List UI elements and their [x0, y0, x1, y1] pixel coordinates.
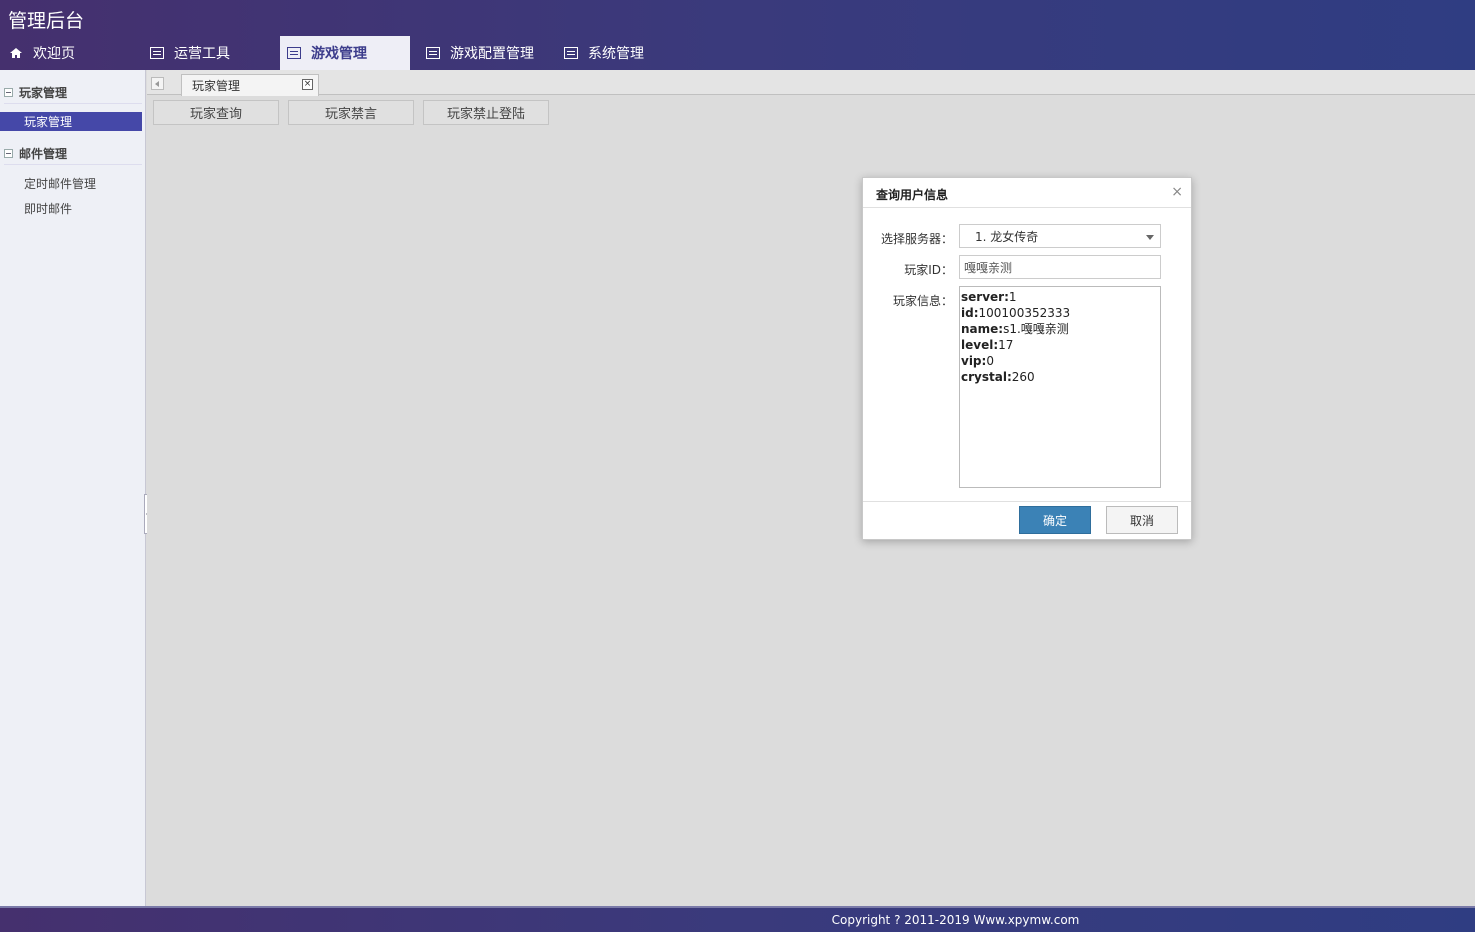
nav-item-label: 系统管理 — [588, 46, 644, 62]
nav-item-label: 游戏配置管理 — [450, 46, 534, 62]
dialog-title: 查询用户信息 — [876, 188, 949, 202]
sidebar-group-mail[interactable]: 邮件管理 — [4, 143, 67, 163]
info-line-id: id:100100352333 — [961, 306, 1071, 320]
nav-item-welcome[interactable]: 欢迎页 — [0, 36, 138, 70]
collapse-icon[interactable] — [4, 87, 13, 97]
nav-item-label: 运营工具 — [174, 46, 230, 62]
dialog-header: 查询用户信息 × — [863, 178, 1191, 208]
player-info-label: 玩家信息： — [892, 294, 953, 308]
server-label: 选择服务器： — [880, 232, 953, 246]
footer: Copyright ? 2011-2019 Www.xpymw.com — [0, 906, 1475, 932]
nav-item-ops-tools[interactable]: 运营工具 — [138, 36, 280, 70]
divider — [4, 103, 142, 104]
player-ban-login-button[interactable]: 玩家禁止登陆 — [423, 100, 549, 125]
tab-player-management[interactable]: 玩家管理 × — [181, 74, 319, 96]
app-header: 管理后台 欢迎页 运营工具 游戏管理 游戏配置管理 系统管理 — [0, 0, 1475, 70]
sidebar-item-label: 即时邮件 — [24, 202, 73, 216]
sidebar-item-scheduled-mail[interactable]: 定时邮件管理 — [0, 174, 142, 193]
divider — [4, 164, 142, 165]
nav-item-label: 游戏管理 — [311, 46, 367, 62]
info-line-name: name:s1.嘎嘎亲测 — [961, 322, 1069, 336]
sidebar-item-label: 定时邮件管理 — [24, 177, 97, 191]
player-info-textarea[interactable]: server:1 id:100100352333 name:s1.嘎嘎亲测 le… — [959, 286, 1161, 488]
info-line-crystal: crystal:260 — [961, 370, 1035, 384]
list-icon — [287, 47, 301, 59]
copyright-text: Copyright ? 2011-2019 Www.xpymw.com — [831, 913, 1080, 927]
sidebar-group-title: 玩家管理 — [19, 85, 68, 100]
app-title: 管理后台 — [8, 10, 85, 32]
chevron-down-icon — [1146, 235, 1154, 240]
info-line-server: server:1 — [961, 290, 1017, 304]
confirm-button[interactable]: 确定 — [1019, 506, 1091, 534]
dialog-footer-divider — [863, 501, 1191, 502]
list-icon — [150, 47, 164, 59]
close-icon[interactable]: × — [302, 79, 313, 90]
query-user-dialog: 查询用户信息 × 选择服务器： 1. 龙女传奇 玩家ID： 嘎嘎亲测 玩家信息：… — [862, 177, 1192, 540]
cancel-button[interactable]: 取消 — [1106, 506, 1178, 534]
sidebar: 玩家管理 玩家管理 邮件管理 定时邮件管理 即时邮件 — [0, 70, 146, 906]
player-mute-button[interactable]: 玩家禁言 — [288, 100, 414, 125]
collapse-icon[interactable] — [4, 148, 13, 158]
tab-strip: 玩家管理 × — [147, 70, 1475, 96]
nav-item-game-management[interactable]: 游戏管理 — [280, 36, 410, 70]
sidebar-group-title: 邮件管理 — [19, 146, 68, 161]
server-select[interactable]: 1. 龙女传奇 — [959, 224, 1161, 248]
nav-item-game-config[interactable]: 游戏配置管理 — [410, 36, 550, 70]
sidebar-item-instant-mail[interactable]: 即时邮件 — [0, 199, 142, 218]
sidebar-group-player[interactable]: 玩家管理 — [4, 82, 67, 102]
list-icon — [426, 47, 440, 59]
player-id-label: 玩家ID： — [904, 263, 953, 277]
close-icon[interactable]: × — [1171, 184, 1183, 200]
player-id-input[interactable]: 嘎嘎亲测 — [959, 255, 1161, 279]
nav-item-system[interactable]: 系统管理 — [550, 36, 670, 70]
tab-label: 玩家管理 — [192, 79, 241, 93]
tab-scroll-left-icon[interactable] — [151, 77, 164, 90]
sidebar-item-player-management[interactable]: 玩家管理 — [0, 112, 142, 131]
info-line-vip: vip:0 — [961, 354, 994, 368]
main-content: 玩家管理 × 玩家查询 玩家禁言 玩家禁止登陆 — [147, 70, 1475, 906]
home-icon — [9, 47, 23, 59]
info-line-level: level:17 — [961, 338, 1014, 352]
sidebar-item-label: 玩家管理 — [24, 115, 73, 129]
list-icon — [564, 47, 578, 59]
server-select-value: 1. 龙女传奇 — [975, 229, 1039, 244]
nav-item-label: 欢迎页 — [33, 46, 75, 62]
top-nav: 欢迎页 运营工具 游戏管理 游戏配置管理 系统管理 — [0, 36, 1475, 70]
player-query-button[interactable]: 玩家查询 — [153, 100, 279, 125]
